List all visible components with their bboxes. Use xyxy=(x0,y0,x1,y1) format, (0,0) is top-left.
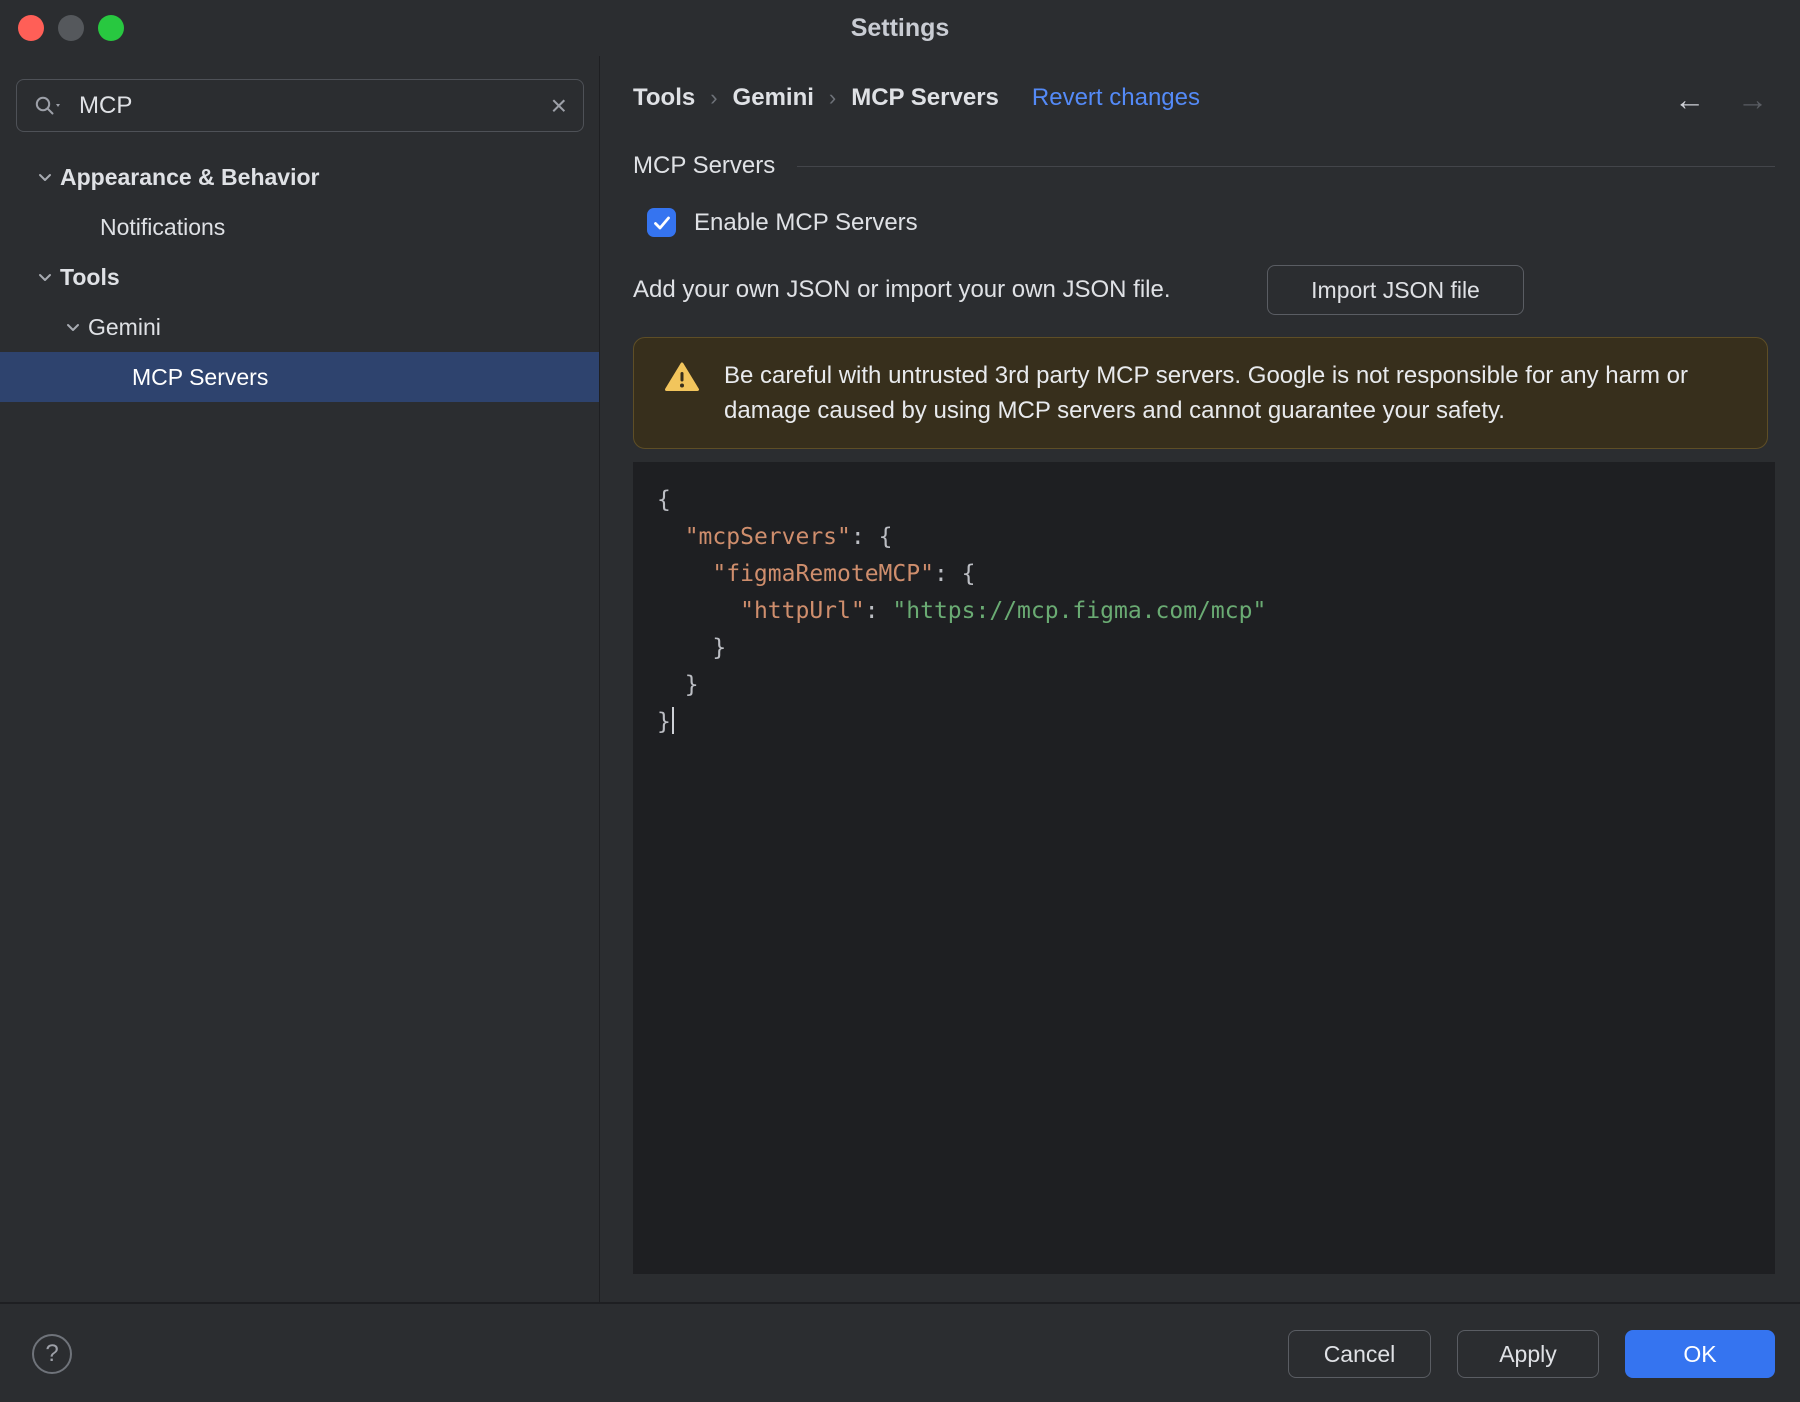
code-line: "mcpServers": { xyxy=(684,524,893,550)
settings-content: Tools › Gemini › MCP Servers Revert chan… xyxy=(600,56,1800,1302)
settings-search-field[interactable]: × xyxy=(16,79,584,132)
chevron-down-icon[interactable] xyxy=(30,273,60,282)
warning-banner: Be careful with untrusted 3rd party MCP … xyxy=(633,337,1768,449)
breadcrumb-tools[interactable]: Tools xyxy=(633,84,695,112)
code-line: } xyxy=(657,704,1775,741)
sidebar-item-mcp-servers[interactable]: MCP Servers xyxy=(0,352,599,402)
chevron-down-icon[interactable] xyxy=(30,173,60,182)
code-line: { xyxy=(657,487,671,513)
sidebar-item-label: Notifications xyxy=(100,213,226,240)
clear-search-icon[interactable]: × xyxy=(551,91,567,120)
code-line: } xyxy=(657,672,699,698)
search-input[interactable] xyxy=(79,91,551,120)
sidebar-item-label: Appearance & Behavior xyxy=(60,163,320,190)
section-title: MCP Servers xyxy=(633,152,776,179)
back-arrow-icon[interactable]: ← xyxy=(1674,82,1705,118)
add-json-row: Add your own JSON or import your own JSO… xyxy=(633,265,1775,315)
settings-window: Settings × Appearance & Behavior xyxy=(0,0,1800,1402)
sidebar-item-label: MCP Servers xyxy=(132,363,269,390)
window-title: Settings xyxy=(850,14,950,42)
checkmark-icon xyxy=(653,216,670,229)
section-header: MCP Servers xyxy=(633,152,1775,180)
title-bar: Settings xyxy=(0,0,1800,56)
breadcrumb-separator: › xyxy=(828,85,837,110)
breadcrumb-gemini[interactable]: Gemini xyxy=(733,84,814,112)
json-editor[interactable]: { "mcpServers": { "figmaRemoteMCP": { "h… xyxy=(633,462,1775,1274)
help-icon: ? xyxy=(45,1340,59,1367)
code-line: "figmaRemoteMCP": { xyxy=(712,561,976,587)
add-json-text: Add your own JSON or import your own JSO… xyxy=(633,276,1171,303)
import-json-button[interactable]: Import JSON file xyxy=(1267,265,1524,315)
enable-mcp-checkbox[interactable] xyxy=(647,208,676,237)
code-lines: { "mcpServers": { "figmaRemoteMCP": { "h… xyxy=(657,482,1775,741)
code-line: "httpUrl": "https://mcp.figma.com/mcp" xyxy=(740,598,1267,624)
help-button[interactable]: ? xyxy=(32,1334,72,1374)
settings-tree: Appearance & Behavior Notifications Tool… xyxy=(0,152,599,402)
sidebar-item-tools[interactable]: Tools xyxy=(0,252,599,302)
breadcrumb-separator: › xyxy=(710,85,718,110)
sidebar-item-label: Tools xyxy=(60,263,120,290)
history-navigation: ← → xyxy=(1674,82,1768,118)
sidebar-item-label: Gemini xyxy=(88,313,161,340)
footer-buttons: Cancel Apply OK xyxy=(1288,1330,1775,1378)
breadcrumb-mcp-servers[interactable]: MCP Servers xyxy=(851,84,999,112)
sidebar-item-gemini[interactable]: Gemini xyxy=(0,302,599,352)
enable-mcp-label: Enable MCP Servers xyxy=(694,208,918,236)
section-divider xyxy=(797,165,1775,167)
sidebar-item-appearance-behavior[interactable]: Appearance & Behavior xyxy=(0,152,599,202)
warning-text: Be careful with untrusted 3rd party MCP … xyxy=(724,362,1688,424)
chevron-down-icon[interactable] xyxy=(58,323,88,332)
warning-icon xyxy=(664,361,700,398)
text-cursor xyxy=(671,707,674,734)
cancel-button[interactable]: Cancel xyxy=(1288,1330,1431,1378)
revert-changes-link[interactable]: Revert changes xyxy=(1032,84,1200,112)
dialog-footer: ? Cancel Apply OK xyxy=(0,1302,1800,1402)
ok-button[interactable]: OK xyxy=(1625,1330,1775,1378)
apply-button[interactable]: Apply xyxy=(1457,1330,1599,1378)
sidebar-item-notifications[interactable]: Notifications xyxy=(0,202,599,252)
forward-arrow-icon[interactable]: → xyxy=(1737,82,1768,118)
search-icon[interactable] xyxy=(33,94,65,118)
code-line: } xyxy=(657,635,727,661)
settings-sidebar: × Appearance & Behavior Notifications To… xyxy=(0,56,600,1302)
enable-mcp-row: Enable MCP Servers xyxy=(647,208,918,237)
breadcrumb: Tools › Gemini › MCP Servers Revert chan… xyxy=(633,84,1200,112)
